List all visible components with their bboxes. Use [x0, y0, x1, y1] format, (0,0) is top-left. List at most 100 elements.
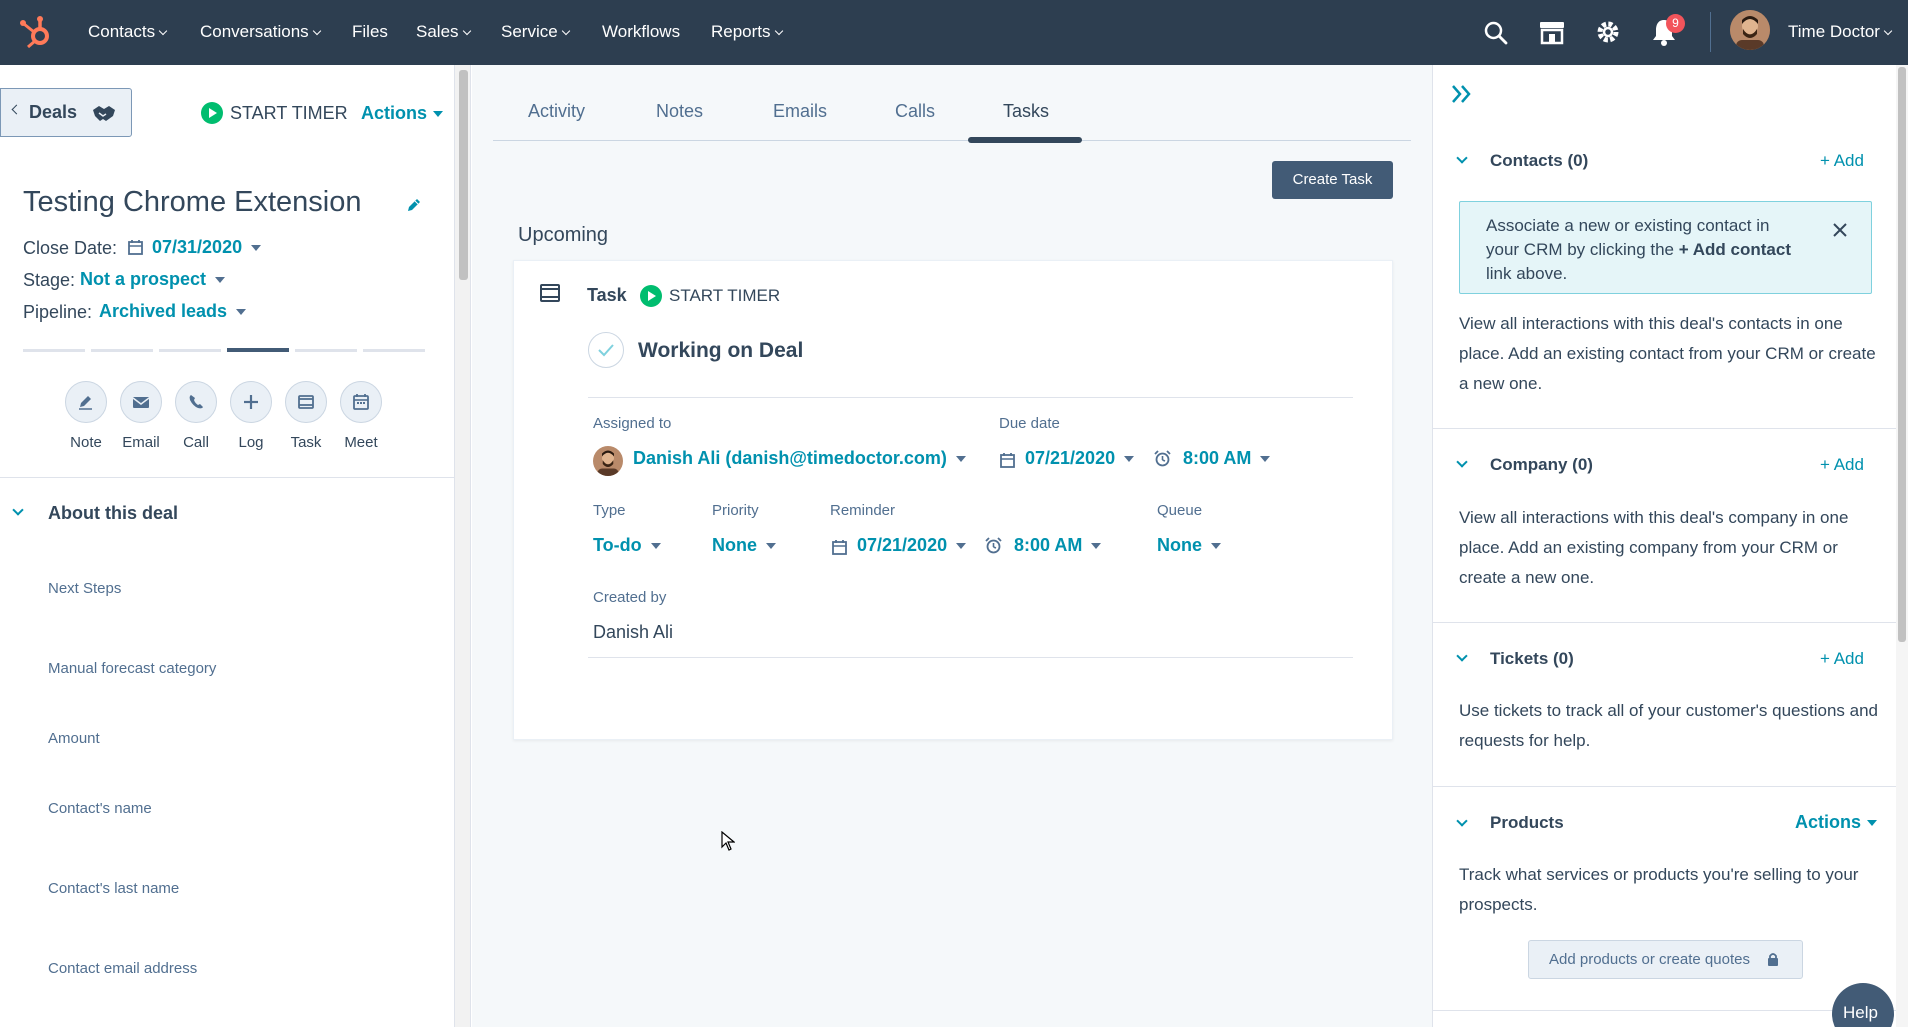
chevron-down-icon — [158, 26, 168, 36]
products-section-title[interactable]: Products — [1490, 813, 1564, 833]
task-start-timer-label: START TIMER — [669, 286, 781, 305]
pipeline-label: Pipeline: — [23, 302, 93, 322]
close-date-label: Close Date: — [23, 238, 118, 258]
quick-action-label: Call — [183, 434, 209, 451]
reminder-label: Reminder — [830, 502, 896, 519]
nav-item-sales[interactable]: Sales — [416, 22, 471, 42]
quick-action-meet-button[interactable] — [340, 381, 382, 423]
deal-property-label[interactable]: Next Steps — [48, 580, 121, 597]
account-menu[interactable]: Time Doctor — [1788, 22, 1893, 42]
due-time-value: 8:00 AM — [1183, 448, 1252, 468]
task-icon — [298, 395, 314, 409]
quick-action-call-button[interactable] — [175, 381, 217, 423]
marketplace-icon[interactable] — [1538, 19, 1566, 45]
deal-title: Testing Chrome Extension — [23, 186, 362, 218]
nav-item-label: Reports — [711, 22, 771, 41]
about-section-title[interactable]: About this deal — [48, 503, 178, 524]
close-date-dropdown[interactable]: 07/31/2020 — [152, 237, 262, 258]
section-divider — [0, 477, 455, 478]
settings-gear-icon[interactable] — [1594, 18, 1622, 46]
type-dropdown[interactable]: To-do — [593, 535, 661, 556]
close-icon[interactable] — [1832, 222, 1848, 238]
tickets-description: Use tickets to track all of your custome… — [1459, 701, 1878, 750]
task-type-label: Task — [587, 285, 627, 305]
type-label: Type — [593, 502, 626, 519]
add-company-link[interactable]: + Add — [1820, 455, 1864, 475]
right-scrollbar-thumb[interactable] — [1898, 67, 1906, 642]
deal-property-label[interactable]: Contact's last name — [48, 880, 179, 897]
notification-count-badge: 9 — [1666, 14, 1685, 33]
assigned-to-value: Danish Ali (danish@timedoctor.com) — [633, 448, 947, 468]
reminder-date-dropdown[interactable]: 07/21/2020 — [857, 535, 967, 556]
quick-action-label: Log — [238, 434, 264, 451]
create-task-button[interactable]: Create Task — [1272, 161, 1393, 199]
stage-progress-segment — [91, 349, 153, 352]
quick-action-task-button[interactable] — [285, 381, 327, 423]
reminder-date-value: 07/21/2020 — [857, 535, 948, 555]
assignee-avatar — [593, 446, 623, 476]
add-products-button[interactable]: Add products or create quotes — [1528, 940, 1803, 979]
assigned-to-dropdown[interactable]: Danish Ali (danish@timedoctor.com) — [633, 448, 966, 469]
nav-item-conversations[interactable]: Conversations — [200, 22, 321, 42]
queue-dropdown[interactable]: None — [1157, 535, 1221, 556]
back-to-deals-button[interactable]: Deals — [0, 88, 132, 137]
quick-action-log-button[interactable] — [230, 381, 272, 423]
deal-property-label[interactable]: Manual forecast category — [48, 660, 216, 677]
deal-property-label[interactable]: Amount — [48, 730, 100, 747]
account-name: Time Doctor — [1788, 22, 1880, 41]
add-ticket-link[interactable]: + Add — [1820, 649, 1864, 669]
nav-item-workflows[interactable]: Workflows — [602, 22, 680, 42]
left-scrollbar-thumb[interactable] — [459, 70, 468, 280]
phone-icon — [189, 395, 203, 409]
search-icon[interactable] — [1483, 20, 1509, 46]
due-time-dropdown[interactable]: 8:00 AM — [1183, 448, 1271, 469]
company-section-title[interactable]: Company (0) — [1490, 455, 1593, 475]
type-value: To-do — [593, 535, 642, 555]
tickets-divider — [1433, 786, 1896, 787]
priority-dropdown[interactable]: None — [712, 535, 776, 556]
tabs-divider — [493, 140, 1411, 141]
pipeline-value: Archived leads — [99, 301, 228, 321]
assigned-to-label: Assigned to — [593, 415, 672, 432]
tab-notes[interactable]: Notes — [656, 101, 703, 122]
due-date-label: Due date — [999, 415, 1060, 432]
task-bottom-divider — [588, 657, 1353, 658]
task-complete-checkbox[interactable] — [588, 332, 624, 368]
stage-dropdown[interactable]: Not a prospect — [80, 269, 226, 290]
nav-item-label: Service — [501, 22, 558, 41]
tickets-section-title[interactable]: Tickets (0) — [1490, 649, 1574, 669]
products-actions-dropdown[interactable]: Actions — [1795, 812, 1878, 833]
reminder-calendar-icon — [832, 539, 847, 555]
deal-property-label[interactable]: Contact's name — [48, 800, 152, 817]
tab-calls[interactable]: Calls — [895, 101, 935, 122]
created-by-label: Created by — [593, 589, 667, 606]
stage-progress-segment — [159, 349, 221, 352]
tab-tasks[interactable]: Tasks — [1003, 101, 1049, 122]
nav-item-contacts[interactable]: Contacts — [88, 22, 168, 42]
calendar-icon — [128, 239, 143, 255]
nav-item-service[interactable]: Service — [501, 22, 570, 42]
deal-property-label[interactable]: Contact email address — [48, 960, 197, 977]
collapse-sidebar-double-chevron-icon[interactable] — [1450, 83, 1474, 105]
deal-actions-dropdown[interactable]: Actions — [361, 103, 444, 124]
reminder-time-dropdown[interactable]: 8:00 AM — [1014, 535, 1102, 556]
nav-item-files[interactable]: Files — [352, 22, 388, 42]
contacts-description: View all interactions with this deal's c… — [1459, 314, 1876, 393]
add-contact-link[interactable]: + Add — [1820, 151, 1864, 171]
checkmark-icon — [598, 344, 614, 357]
company-description: View all interactions with this deal's c… — [1459, 508, 1849, 587]
tab-emails[interactable]: Emails — [773, 101, 827, 122]
quick-action-note-button[interactable] — [65, 381, 107, 423]
active-tab-indicator — [968, 137, 1082, 143]
edit-pencil-icon[interactable] — [405, 196, 423, 214]
pipeline-dropdown[interactable]: Archived leads — [99, 301, 247, 322]
play-icon — [640, 285, 662, 307]
contacts-section-title[interactable]: Contacts (0) — [1490, 151, 1588, 171]
quick-action-email-button[interactable] — [120, 381, 162, 423]
user-avatar[interactable] — [1730, 10, 1770, 50]
tab-activity[interactable]: Activity — [528, 101, 585, 122]
due-date-dropdown[interactable]: 07/21/2020 — [1025, 448, 1135, 469]
hubspot-logo-icon[interactable] — [18, 14, 52, 50]
task-title[interactable]: Working on Deal — [638, 339, 803, 363]
nav-item-reports[interactable]: Reports — [711, 22, 783, 42]
